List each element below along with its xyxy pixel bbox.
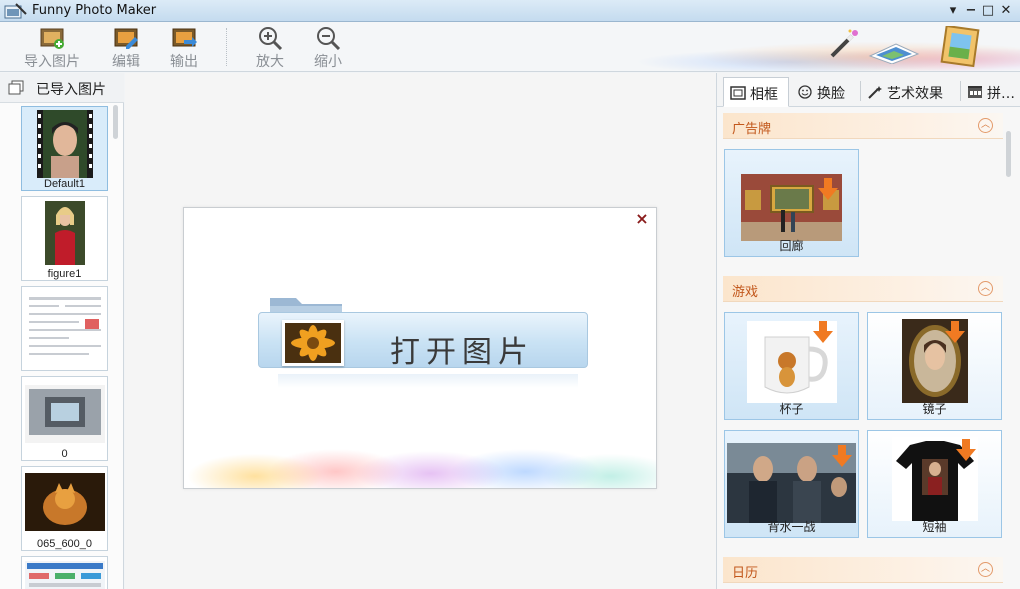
image-thumbnail[interactable] (21, 286, 108, 371)
zoom-out-icon (317, 27, 341, 50)
tab-label: 拼… (987, 86, 1015, 102)
zoom-out-button[interactable]: 缩小 (296, 26, 360, 70)
section-title: 广告牌 (732, 122, 772, 137)
app-icon (4, 3, 27, 19)
download-icon (945, 321, 965, 343)
button-reflection (278, 374, 578, 388)
thumbnail-caption: 0 (61, 448, 68, 460)
zoom-in-icon (259, 27, 283, 50)
flower-photo-icon (282, 320, 344, 366)
panel-decoration (184, 398, 656, 488)
image-thumbnail[interactable]: 065_600_0 (21, 466, 108, 551)
imported-images-title: 已导入图片 (36, 82, 106, 98)
thumbnail-image (24, 561, 105, 589)
thumbnail-image (24, 385, 105, 443)
thumbnail-image (36, 110, 93, 178)
title-bar: Funny Photo Maker ▾ − □ ✕ (0, 0, 1020, 22)
right-scrollbar[interactable] (1006, 131, 1011, 177)
export-label: 输出 (170, 54, 198, 70)
template-caption: 杯子 (779, 402, 804, 416)
frame-icon (730, 86, 746, 100)
imported-images-panel: 已导入图片 Default1 figure1 0 065_600_0 (0, 73, 124, 589)
edit-icon (114, 28, 138, 49)
template-card[interactable]: 杯子 (724, 312, 859, 420)
download-icon (956, 439, 976, 461)
template-caption: 回廊 (779, 239, 804, 253)
collapse-icon[interactable]: ︿ (978, 281, 993, 296)
export-icon (172, 28, 197, 47)
template-card[interactable]: 镜子 (867, 312, 1002, 420)
window-title: Funny Photo Maker (32, 3, 157, 18)
thumbnail-caption: Default1 (44, 178, 85, 190)
tab-collage[interactable]: 拼… (961, 77, 1019, 107)
template-caption: 镜子 (922, 402, 947, 416)
minimize-button[interactable]: − (962, 2, 980, 19)
open-image-label: 打开图片 (390, 335, 534, 370)
left-scrollbar[interactable] (113, 105, 118, 139)
template-card[interactable]: 回廊 (724, 149, 859, 257)
edit-label: 编辑 (112, 54, 140, 70)
open-image-panel: × 打开图片 (183, 207, 657, 489)
tab-label: 艺术效果 (887, 86, 943, 102)
image-thumbnail[interactable] (21, 556, 108, 589)
zoom-in-label: 放大 (256, 54, 284, 70)
section-billboard[interactable]: 广告牌 ︿ (723, 113, 1003, 139)
thumbnail-image (24, 473, 105, 531)
tab-face-swap[interactable]: 换脸 (791, 77, 857, 107)
template-caption: 短袖 (922, 520, 947, 534)
zoom-out-label: 缩小 (314, 54, 342, 70)
picture-frame-icon (940, 26, 980, 68)
tab-label: 相框 (750, 87, 778, 103)
canvas-area: × 打开图片 (125, 73, 716, 589)
tab-frames[interactable]: 相框 (723, 77, 789, 107)
collapse-icon[interactable]: ︿ (978, 118, 993, 133)
toolbar: 导入图片 编辑 输出 放大 缩小 (0, 22, 1020, 72)
close-panel-icon[interactable]: × (634, 211, 650, 227)
thumbnail-caption: 065_600_0 (36, 538, 93, 550)
magic-wand-icon (868, 86, 882, 99)
section-calendar[interactable]: 日历 ︿ (723, 557, 1003, 583)
import-image-label: 导入图片 (24, 54, 80, 70)
import-image-icon (40, 28, 64, 49)
template-card[interactable]: 短袖 (867, 430, 1002, 538)
magic-wand-icon (830, 29, 858, 58)
collapse-icon[interactable]: ︿ (978, 562, 993, 577)
menu-dropdown-button[interactable]: ▾ (944, 2, 962, 19)
template-card[interactable]: 背水一战 (724, 430, 859, 538)
images-stack-icon (8, 80, 24, 95)
download-icon (832, 445, 852, 467)
toolbar-separator (226, 28, 227, 66)
close-button[interactable]: ✕ (997, 2, 1015, 19)
open-image-button[interactable]: 打开图片 (258, 288, 588, 388)
download-icon (818, 178, 838, 200)
zoom-in-button[interactable]: 放大 (238, 26, 302, 70)
thumbnail-image (44, 201, 85, 265)
image-thumbnail[interactable]: 0 (21, 376, 108, 461)
thumbnail-caption: figure1 (47, 268, 82, 280)
tab-label: 换脸 (817, 86, 845, 102)
image-thumbnail[interactable]: Default1 (21, 106, 108, 191)
export-button[interactable]: 输出 (152, 26, 216, 70)
imported-images-header: 已导入图片 (0, 73, 124, 103)
maximize-button[interactable]: □ (979, 2, 997, 19)
image-thumbnail[interactable]: figure1 (21, 196, 108, 281)
download-icon (813, 321, 833, 343)
film-icon (968, 86, 982, 98)
section-title: 游戏 (732, 285, 759, 300)
template-caption: 背水一战 (767, 520, 816, 534)
thumbnail-image (24, 291, 105, 367)
effects-panel: 相框 换脸 艺术效果 拼… 广告牌 ︿ 回廊 游戏 ︿ 杯子 镜子 背水一战 短… (716, 73, 1020, 589)
smiley-icon (798, 85, 812, 99)
photo-stack-icon (868, 43, 920, 64)
tab-art-effects[interactable]: 艺术效果 (861, 77, 959, 107)
section-title: 日历 (732, 566, 759, 581)
edit-button[interactable]: 编辑 (94, 26, 158, 70)
import-image-button[interactable]: 导入图片 (20, 26, 84, 70)
effects-tabs: 相框 换脸 艺术效果 拼… (717, 73, 1020, 107)
section-games[interactable]: 游戏 ︿ (723, 276, 1003, 302)
